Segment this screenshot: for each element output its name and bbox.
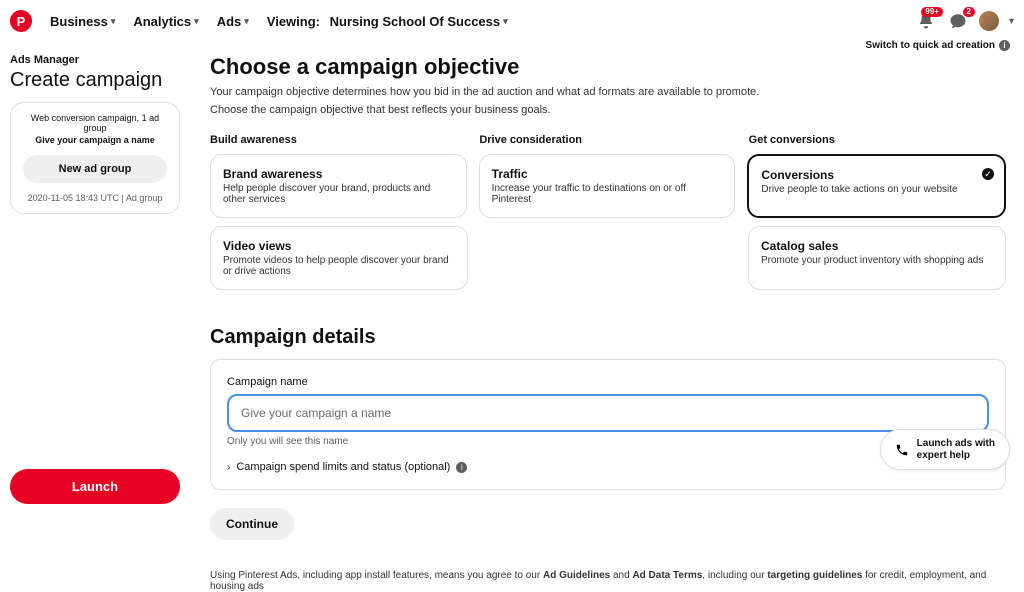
messages-badge: 2	[963, 7, 975, 17]
card-title: Traffic	[492, 167, 723, 181]
info-icon: i	[456, 462, 467, 473]
campaign-details-box: Campaign name Only you will see this nam…	[210, 359, 1006, 490]
objective-row-2: Video views Promote videos to help peopl…	[210, 226, 1006, 290]
header-right: 99+ 2 ▾	[915, 10, 1014, 32]
campaign-name-input[interactable]	[227, 394, 989, 432]
nav-label: Analytics	[133, 14, 191, 29]
campaign-name-preview: Give your campaign a name	[19, 135, 171, 145]
link-ad-guidelines[interactable]: Ad Guidelines	[543, 570, 610, 581]
notifications-button[interactable]: 99+	[915, 10, 937, 32]
card-title: Video views	[223, 239, 455, 253]
switch-quick-ad[interactable]: Switch to quick ad creation i	[866, 40, 1010, 51]
objective-traffic[interactable]: Traffic Increase your traffic to destina…	[479, 154, 736, 218]
objective-row-1: Brand awareness Help people discover you…	[210, 154, 1006, 218]
checkmark-icon: ✓	[982, 168, 994, 180]
pinterest-logo[interactable]: P	[10, 10, 32, 32]
breadcrumb: Ads Manager	[10, 54, 180, 66]
nav-ads[interactable]: Ads▾	[217, 14, 249, 29]
launch-help-text: Launch ads withexpert help	[917, 438, 995, 461]
messages-button[interactable]: 2	[947, 10, 969, 32]
info-icon: i	[999, 40, 1010, 51]
chevron-down-icon[interactable]: ▾	[1009, 16, 1014, 27]
card-title: Catalog sales	[761, 239, 993, 253]
notification-badge: 99+	[921, 7, 943, 17]
campaign-name-hint: Only you will see this name	[227, 436, 989, 447]
section-sub2: Choose the campaign objective that best …	[210, 104, 1006, 116]
card-title: Brand awareness	[223, 167, 454, 181]
page-body: Ads Manager Create campaign Web conversi…	[0, 42, 1024, 592]
expander-label: Campaign spend limits and status (option…	[236, 461, 450, 473]
campaign-name-label: Campaign name	[227, 376, 989, 388]
objective-catalog-sales[interactable]: Catalog sales Promote your product inven…	[748, 226, 1006, 290]
continue-button[interactable]: Continue	[210, 508, 294, 540]
top-nav: P Business▾ Analytics▾ Ads▾ Viewing: Nur…	[0, 0, 1024, 42]
new-ad-group-button[interactable]: New ad group	[23, 155, 167, 183]
link-ad-data-terms[interactable]: Ad Data Terms	[632, 570, 702, 581]
nav-label: Ads	[217, 14, 242, 29]
sidebar: Ads Manager Create campaign Web conversi…	[10, 42, 180, 592]
card-desc: Increase your traffic to destinations on…	[492, 183, 723, 205]
card-desc: Promote your product inventory with shop…	[761, 255, 993, 266]
link-targeting-guidelines[interactable]: targeting guidelines	[767, 570, 862, 581]
campaign-summary-card: Web conversion campaign, 1 ad group Give…	[10, 102, 180, 214]
nav-label: Business	[50, 14, 108, 29]
launch-button[interactable]: Launch	[10, 469, 180, 504]
switch-quick-ad-label: Switch to quick ad creation	[866, 40, 995, 51]
chevron-down-icon: ▾	[503, 16, 508, 27]
chevron-down-icon: ▾	[111, 16, 116, 27]
spend-limits-expander[interactable]: › Campaign spend limits and status (opti…	[227, 461, 989, 473]
chevron-down-icon: ▾	[244, 16, 249, 27]
nav-business[interactable]: Business▾	[50, 14, 115, 29]
footer-disclaimer: Using Pinterest Ads, including app insta…	[210, 570, 1006, 592]
objective-brand-awareness[interactable]: Brand awareness Help people discover you…	[210, 154, 467, 218]
objective-video-views[interactable]: Video views Promote videos to help peopl…	[210, 226, 468, 290]
section-heading-details: Campaign details	[210, 326, 1006, 349]
objective-conversions[interactable]: Conversions Drive people to take actions…	[747, 154, 1006, 218]
page-title: Create campaign	[10, 68, 180, 92]
card-desc: Promote videos to help people discover y…	[223, 255, 455, 277]
card-title: Conversions	[761, 168, 992, 182]
section-sub1: Your campaign objective determines how y…	[210, 86, 1006, 98]
objective-column-heads: Build awareness Drive consideration Get …	[210, 134, 1006, 146]
account-name: Nursing School Of Success	[330, 14, 501, 29]
objective-empty	[480, 226, 736, 290]
campaign-timestamp: 2020-11-05 18:43 UTC | Ad group	[19, 193, 171, 203]
phone-icon	[895, 443, 909, 457]
account-switcher[interactable]: Viewing: Nursing School Of Success▾	[267, 14, 508, 29]
col-head-awareness: Build awareness	[210, 134, 467, 146]
chevron-right-icon: ›	[227, 462, 230, 473]
col-head-consideration: Drive consideration	[479, 134, 736, 146]
section-heading-objective: Choose a campaign objective	[210, 54, 1006, 80]
card-desc: Help people discover your brand, product…	[223, 183, 454, 205]
main-content: Choose a campaign objective Your campaig…	[210, 42, 1014, 592]
nav-analytics[interactable]: Analytics▾	[133, 14, 198, 29]
viewing-prefix: Viewing:	[267, 14, 320, 29]
avatar[interactable]	[979, 11, 999, 31]
campaign-meta: Web conversion campaign, 1 ad group	[19, 113, 171, 133]
chevron-down-icon: ▾	[194, 16, 199, 27]
launch-help-button[interactable]: Launch ads withexpert help	[880, 429, 1010, 470]
card-desc: Drive people to take actions on your web…	[761, 184, 992, 195]
col-head-conversions: Get conversions	[749, 134, 1006, 146]
